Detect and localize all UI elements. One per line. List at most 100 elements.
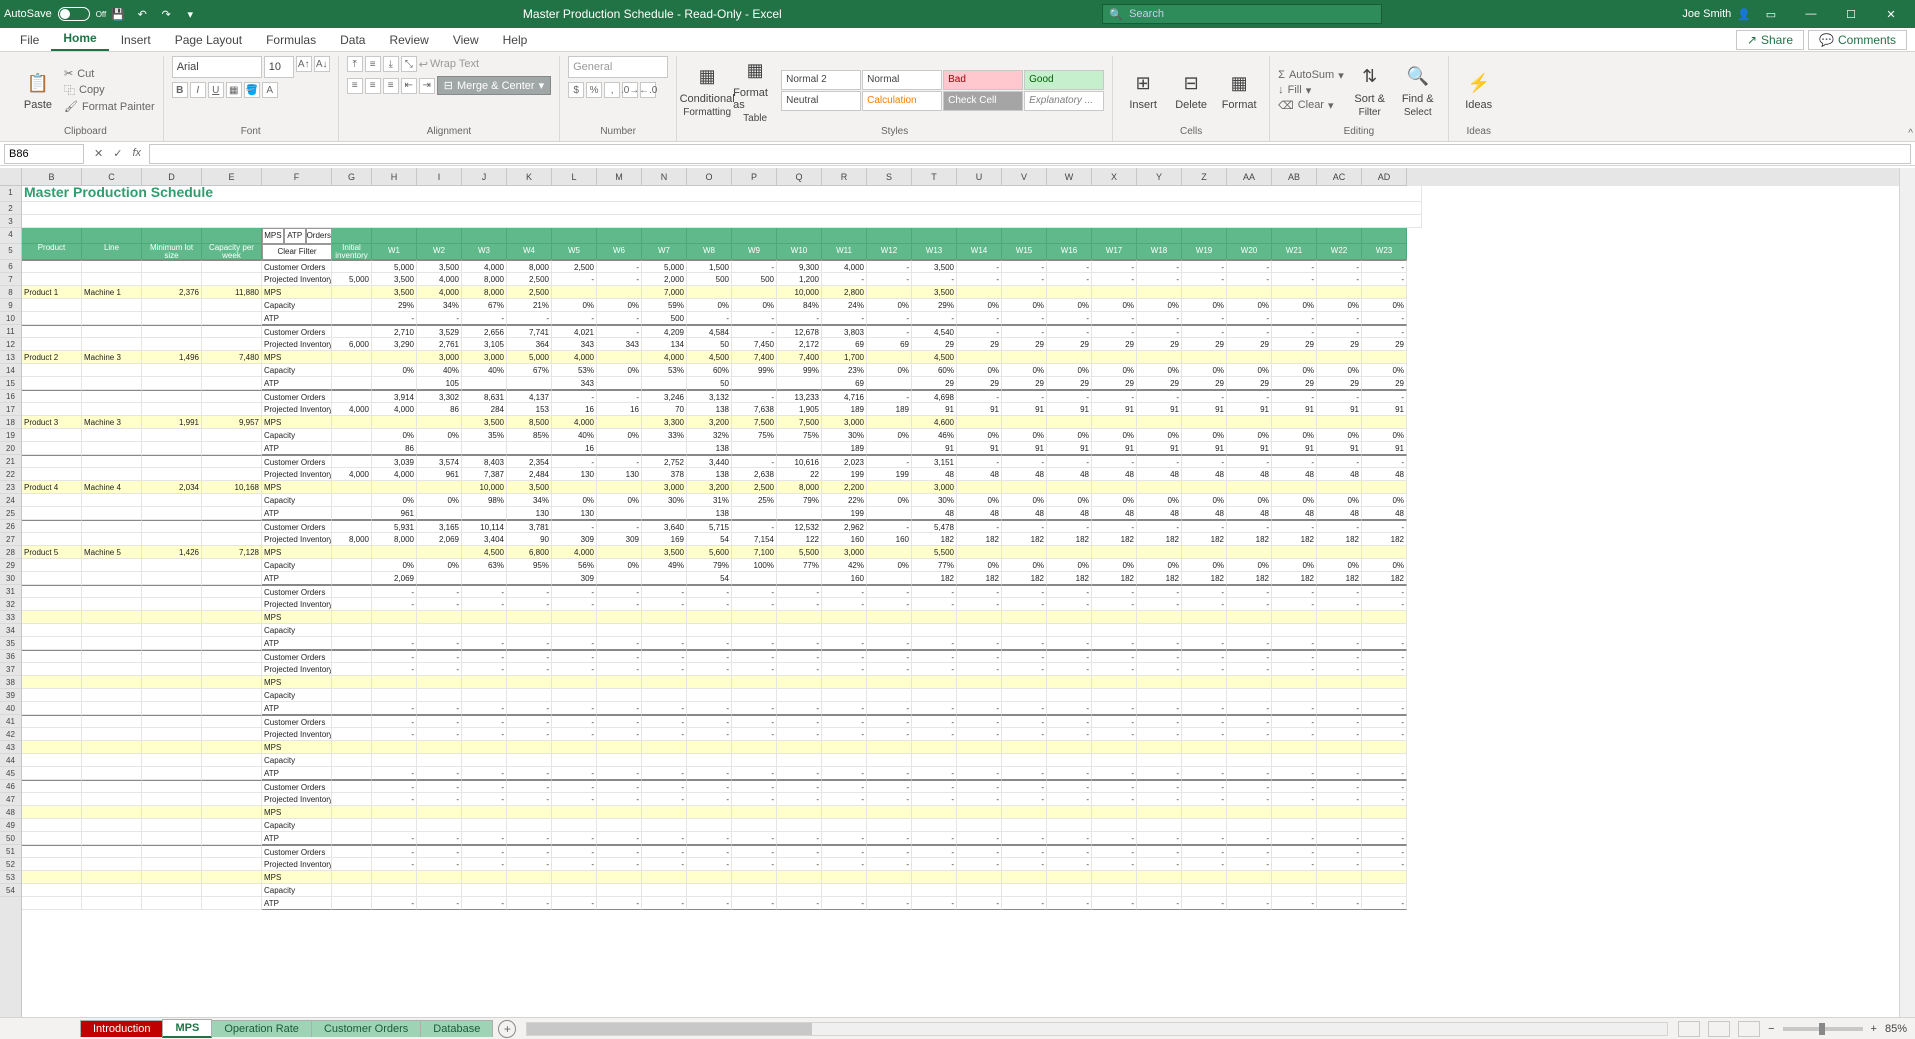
- cell[interactable]: 160: [822, 572, 867, 585]
- cell[interactable]: 2,656: [462, 325, 507, 338]
- cell[interactable]: 961: [417, 468, 462, 481]
- cell[interactable]: [22, 754, 82, 767]
- row-header-5[interactable]: 5: [0, 244, 21, 260]
- cell[interactable]: [202, 228, 262, 244]
- cell[interactable]: -: [1362, 390, 1407, 403]
- cell[interactable]: [82, 754, 142, 767]
- decrease-decimal-icon[interactable]: ←.0: [640, 82, 656, 98]
- cell[interactable]: [1137, 871, 1182, 884]
- cell[interactable]: [1317, 546, 1362, 559]
- cell[interactable]: Capacity: [262, 364, 332, 377]
- cell[interactable]: -: [687, 585, 732, 598]
- cell[interactable]: [82, 676, 142, 689]
- fx-icon[interactable]: fx: [132, 147, 141, 160]
- cell[interactable]: -: [417, 312, 462, 325]
- cell[interactable]: [372, 819, 417, 832]
- cell[interactable]: 79%: [777, 494, 822, 507]
- cell[interactable]: [82, 442, 142, 455]
- cell[interactable]: [552, 689, 597, 702]
- cell[interactable]: -: [1092, 312, 1137, 325]
- cell[interactable]: 91: [1047, 442, 1092, 455]
- cell[interactable]: [202, 559, 262, 572]
- cell[interactable]: [82, 572, 142, 585]
- cell[interactable]: [22, 585, 82, 598]
- cell[interactable]: -: [1317, 520, 1362, 533]
- underline-icon[interactable]: U: [208, 82, 224, 98]
- wrap-text-button[interactable]: ↩Wrap Text: [419, 58, 479, 71]
- cell[interactable]: [202, 364, 262, 377]
- cell[interactable]: -: [957, 858, 1002, 871]
- cell[interactable]: -: [372, 897, 417, 910]
- cell[interactable]: Product 3: [22, 416, 82, 429]
- row-header-14[interactable]: 14: [0, 364, 21, 377]
- cell[interactable]: 16: [597, 403, 642, 416]
- cell[interactable]: [597, 286, 642, 299]
- cell[interactable]: 343: [552, 338, 597, 351]
- cell[interactable]: [372, 611, 417, 624]
- cell[interactable]: -: [417, 650, 462, 663]
- cell[interactable]: 182: [1002, 533, 1047, 546]
- cell[interactable]: 199: [822, 468, 867, 481]
- cell[interactable]: [957, 754, 1002, 767]
- cell[interactable]: [142, 429, 202, 442]
- cell[interactable]: 0%: [1047, 364, 1092, 377]
- cell[interactable]: -: [1182, 650, 1227, 663]
- cell[interactable]: [82, 520, 142, 533]
- cell[interactable]: -: [507, 715, 552, 728]
- cell[interactable]: -: [1227, 715, 1272, 728]
- cell[interactable]: [82, 533, 142, 546]
- cell[interactable]: [957, 546, 1002, 559]
- cell[interactable]: -: [1092, 273, 1137, 286]
- cell[interactable]: 0%: [1092, 559, 1137, 572]
- cell[interactable]: [22, 689, 82, 702]
- cell[interactable]: 86: [417, 403, 462, 416]
- cell[interactable]: [82, 884, 142, 897]
- cell[interactable]: 3,000: [462, 351, 507, 364]
- cell[interactable]: 29: [1002, 377, 1047, 390]
- cell[interactable]: -: [1317, 637, 1362, 650]
- cell[interactable]: -: [1092, 585, 1137, 598]
- row-header-34[interactable]: 34: [0, 624, 21, 637]
- minimize-icon[interactable]: —: [1791, 0, 1831, 28]
- cell[interactable]: MPS: [262, 741, 332, 754]
- cell[interactable]: 91: [1182, 403, 1227, 416]
- cell[interactable]: [142, 676, 202, 689]
- cell[interactable]: -: [1047, 585, 1092, 598]
- row-header-43[interactable]: 43: [0, 741, 21, 754]
- cell[interactable]: [732, 442, 777, 455]
- cell[interactable]: -: [1047, 728, 1092, 741]
- cell[interactable]: [1092, 689, 1137, 702]
- cell[interactable]: [1047, 286, 1092, 299]
- cell[interactable]: [1362, 228, 1407, 244]
- cell[interactable]: 500: [732, 273, 777, 286]
- cell[interactable]: -: [1227, 663, 1272, 676]
- header-week-W6[interactable]: W6: [597, 244, 642, 260]
- cell[interactable]: [1182, 754, 1227, 767]
- cell[interactable]: -: [507, 845, 552, 858]
- cell[interactable]: [332, 546, 372, 559]
- cell[interactable]: [202, 897, 262, 910]
- cell[interactable]: -: [912, 598, 957, 611]
- cell[interactable]: [142, 312, 202, 325]
- cell[interactable]: [82, 832, 142, 845]
- cell[interactable]: -: [732, 897, 777, 910]
- cell[interactable]: [867, 819, 912, 832]
- cell[interactable]: [372, 754, 417, 767]
- cell[interactable]: 16: [552, 403, 597, 416]
- cell[interactable]: -: [957, 585, 1002, 598]
- cell[interactable]: [867, 884, 912, 897]
- cell[interactable]: 29: [1092, 377, 1137, 390]
- cell[interactable]: Capacity: [262, 689, 332, 702]
- cell[interactable]: 2,172: [777, 338, 822, 351]
- cell[interactable]: -: [822, 858, 867, 871]
- cell[interactable]: [417, 806, 462, 819]
- cell[interactable]: 48: [1362, 507, 1407, 520]
- cell[interactable]: -: [462, 598, 507, 611]
- cell[interactable]: [642, 377, 687, 390]
- cell[interactable]: -: [507, 767, 552, 780]
- cell[interactable]: -: [687, 598, 732, 611]
- row-header-11[interactable]: 11: [0, 325, 21, 338]
- cell[interactable]: [22, 442, 82, 455]
- cell[interactable]: -: [597, 520, 642, 533]
- cell[interactable]: 3,039: [372, 455, 417, 468]
